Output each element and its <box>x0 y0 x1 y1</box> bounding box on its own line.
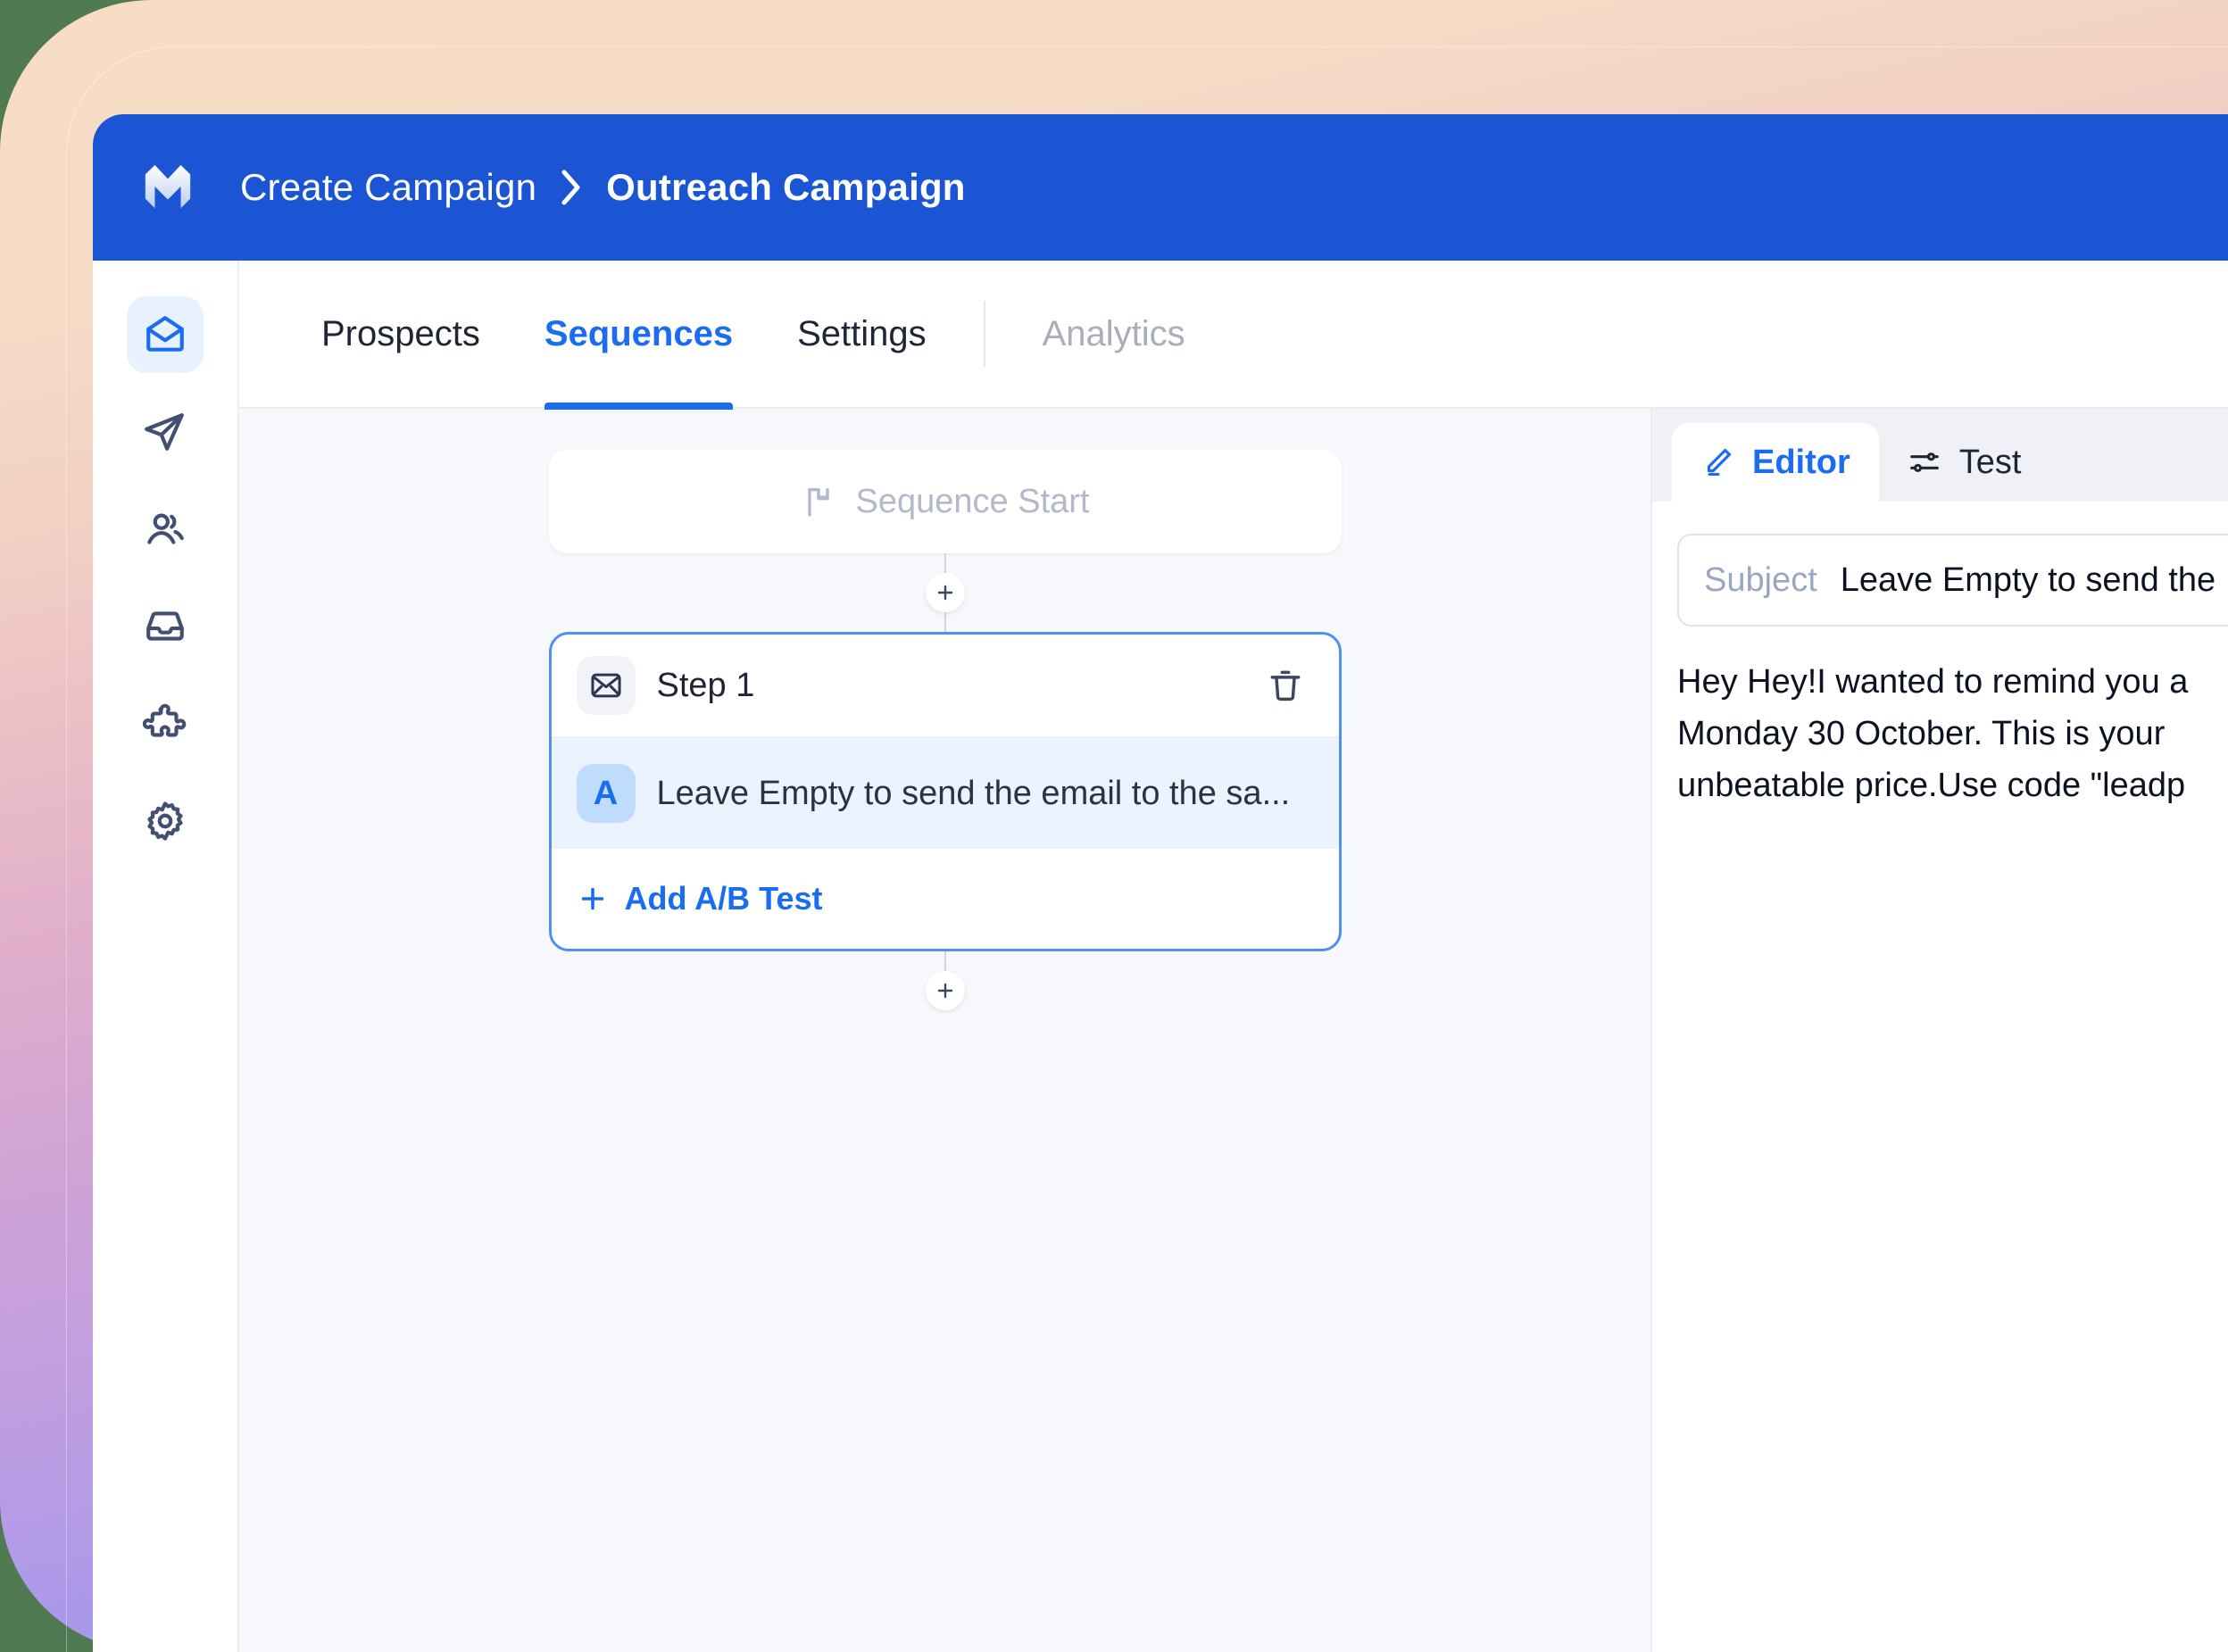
sidebar-item-inbox[interactable] <box>127 588 204 665</box>
plus-icon <box>577 883 609 915</box>
tab-sequences[interactable]: Sequences <box>512 260 765 408</box>
app-body: Prospects Sequences Settings Analytics <box>93 261 2228 1652</box>
add-ab-test-button[interactable]: Add A/B Test <box>552 849 1339 949</box>
app-header: Create Campaign Outreach Campaign <box>93 114 2228 261</box>
subject-field[interactable]: Subject Leave Empty to send the <box>1677 534 2228 627</box>
step-header: Step 1 <box>552 635 1339 738</box>
sidebar-item-contacts[interactable] <box>127 491 204 568</box>
sidebar-item-settings[interactable] <box>127 783 204 859</box>
envelope-open-icon <box>143 312 187 357</box>
variant-row[interactable]: A Leave Empty to send the email to the s… <box>552 738 1339 849</box>
tab-prospects[interactable]: Prospects <box>289 260 512 408</box>
tab-test[interactable]: Test <box>1879 423 2050 502</box>
editor-tab-bar: Editor Test <box>1652 409 2228 502</box>
tab-test-label: Test <box>1959 444 2022 482</box>
connector-bottom <box>926 951 965 1010</box>
plus-icon <box>935 980 956 1001</box>
content-column: Prospects Sequences Settings Analytics <box>239 261 2228 1652</box>
sidebar-item-integrations[interactable] <box>127 685 204 762</box>
add-step-button-top[interactable] <box>926 573 965 612</box>
paper-plane-icon <box>143 410 187 454</box>
pencil-icon <box>1700 445 1734 479</box>
sequence-flow: Sequence Start <box>549 450 1342 1010</box>
add-ab-test-label: Add A/B Test <box>625 880 823 917</box>
sequence-start-label: Sequence Start <box>856 483 1090 521</box>
primary-tabs: Prospects Sequences Settings Analytics <box>239 261 2228 409</box>
inbox-icon <box>143 604 187 649</box>
sidebar-item-send[interactable] <box>127 394 204 470</box>
breadcrumb-parent[interactable]: Create Campaign <box>240 166 536 209</box>
variant-subject-preview: Leave Empty to send the email to the sa.… <box>657 775 1291 813</box>
connector-line <box>944 951 946 971</box>
sequence-start-node[interactable]: Sequence Start <box>549 450 1342 553</box>
sequence-canvas: Sequence Start <box>239 409 1652 1652</box>
brand-m-logo[interactable] <box>140 160 195 215</box>
gear-icon <box>143 799 187 843</box>
delete-step-button[interactable] <box>1266 666 1305 705</box>
plus-icon <box>935 582 956 603</box>
users-icon <box>143 507 187 552</box>
connector-line <box>944 612 946 632</box>
email-body-input[interactable]: Hey Hey!I wanted to remind you a Monday … <box>1677 657 2228 811</box>
trash-icon <box>1266 666 1305 705</box>
sidebar-rail <box>93 261 239 1652</box>
tab-settings[interactable]: Settings <box>765 260 959 408</box>
step-title: Step 1 <box>657 667 755 705</box>
breadcrumb: Create Campaign Outreach Campaign <box>240 166 966 209</box>
tab-divider <box>984 301 985 367</box>
tab-analytics[interactable]: Analytics <box>1010 260 1218 408</box>
connector-top <box>926 553 965 632</box>
tab-editor-label: Editor <box>1752 444 1850 482</box>
subject-input[interactable]: Leave Empty to send the <box>1841 561 2216 600</box>
editor-body: Subject Leave Empty to send the Hey Hey!… <box>1652 502 2228 1652</box>
sidebar-item-email[interactable] <box>127 296 204 373</box>
tab-editor[interactable]: Editor <box>1672 423 1879 502</box>
breadcrumb-current: Outreach Campaign <box>606 166 965 209</box>
sliders-icon <box>1908 445 1941 479</box>
subject-label: Subject <box>1704 561 1817 600</box>
variant-badge: A <box>577 764 636 823</box>
connector-line <box>944 553 946 573</box>
step-card[interactable]: Step 1 <box>549 632 1342 951</box>
flag-icon <box>801 484 836 519</box>
chevron-right-icon <box>560 169 583 206</box>
puzzle-piece-icon <box>143 701 187 746</box>
envelope-icon <box>577 656 636 715</box>
editor-panel: Editor Test <box>1652 409 2228 1652</box>
work-area: Sequence Start <box>239 409 2228 1652</box>
add-step-button-bottom[interactable] <box>926 971 965 1010</box>
app-window: Create Campaign Outreach Campaign <box>93 114 2228 1652</box>
